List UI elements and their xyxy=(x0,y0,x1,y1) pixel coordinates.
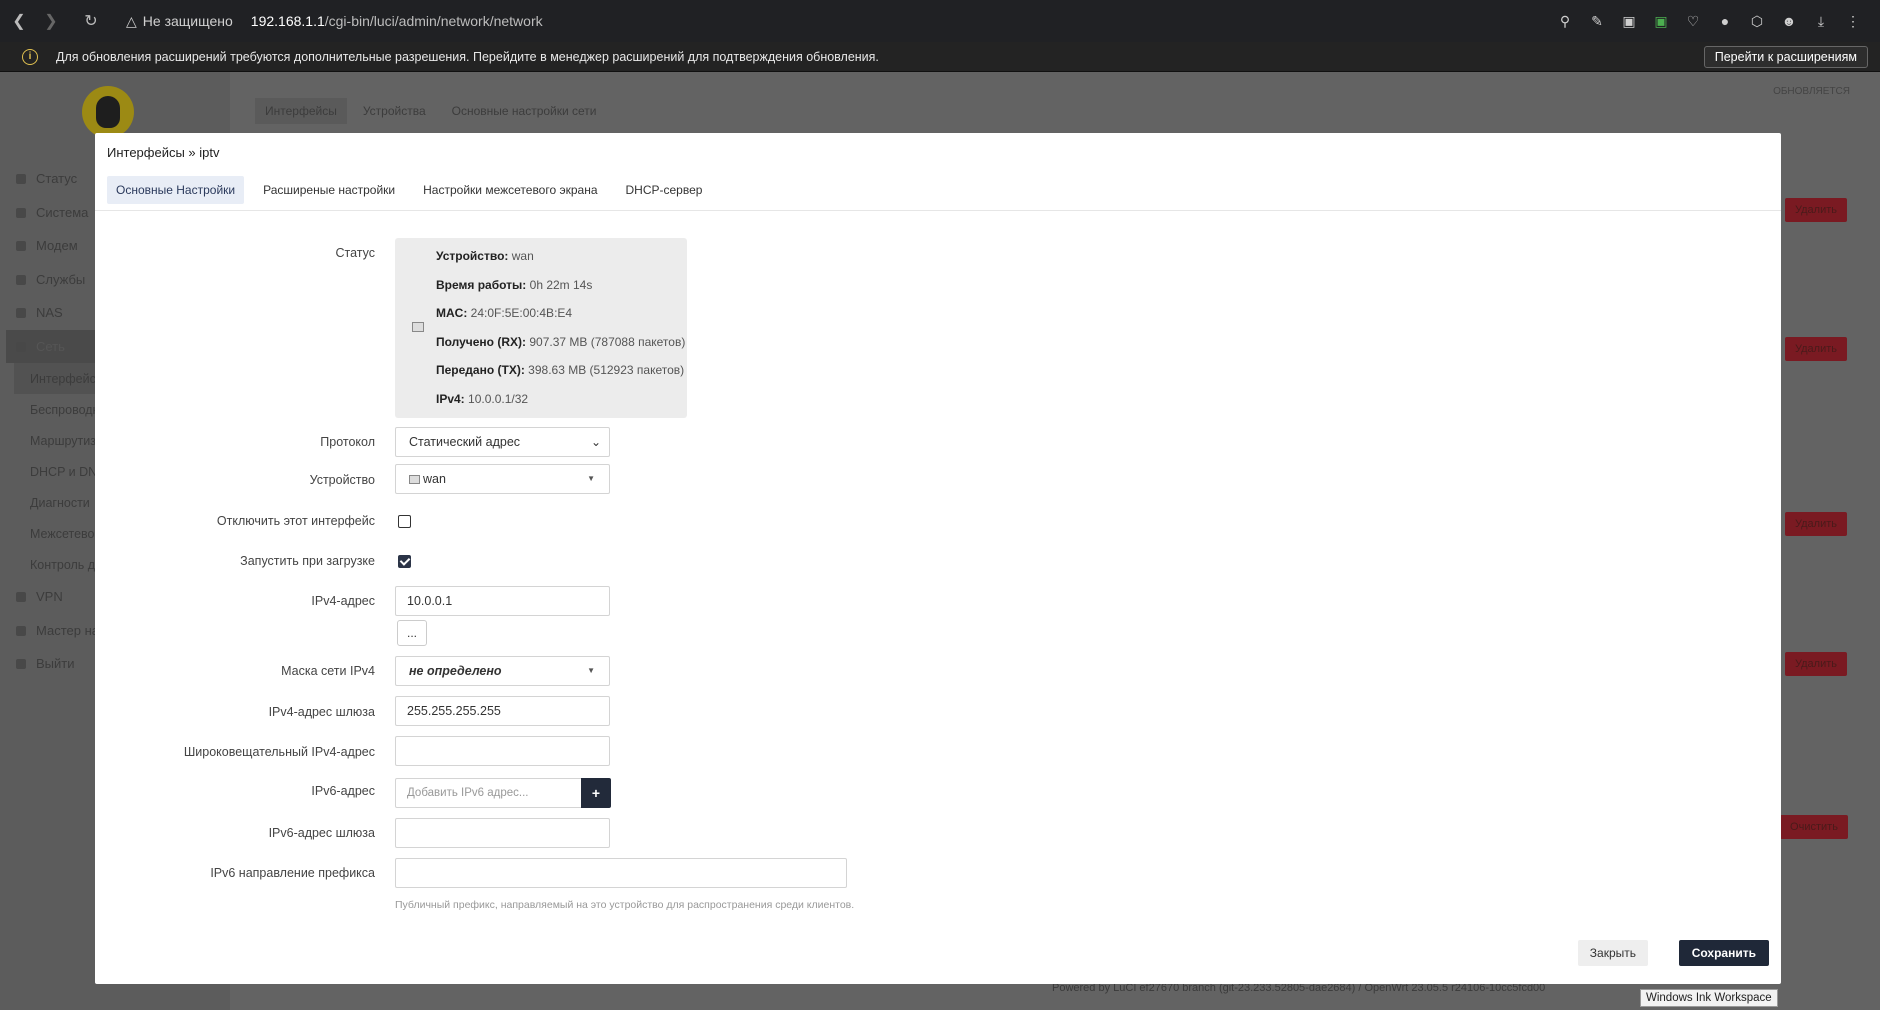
ipv4-label: IPv4-адрес xyxy=(311,594,375,608)
device-select[interactable]: wan ▼ xyxy=(395,464,610,494)
interface-edit-modal: Интерфейсы » iptv Основные Настройки Рас… xyxy=(95,133,1781,984)
bg-delete-button: Удалить xyxy=(1785,652,1847,676)
prefix-hint: Публичный префикс, направляемый на это у… xyxy=(395,899,855,911)
disable-label: Отключить этот интерфейс xyxy=(216,514,375,528)
modal-title: Интерфейсы » iptv xyxy=(107,145,220,160)
broadcast-input[interactable] xyxy=(395,736,610,766)
edit-icon[interactable]: ✎ xyxy=(1588,12,1606,30)
status-label: Статус xyxy=(335,246,375,260)
tab-firewall[interactable]: Настройки межсетевого экрана xyxy=(414,176,606,204)
autostart-label: Запустить при загрузке xyxy=(240,554,375,568)
bg-tab-devices: Устройства xyxy=(362,104,426,118)
tab-general[interactable]: Основные Настройки xyxy=(107,176,245,204)
camera-icon[interactable]: ▣ xyxy=(1620,12,1638,30)
protocol-select[interactable]: Статический адрес ⌄ xyxy=(395,427,610,457)
forward-icon[interactable]: ❯ xyxy=(38,8,64,34)
ipv4-more-button[interactable]: ... xyxy=(397,620,427,646)
netmask-label: Маска сети IPv4 xyxy=(281,664,375,678)
ethernet-port-icon xyxy=(409,474,420,484)
autostart-checkbox[interactable] xyxy=(398,555,411,568)
extension-info-bar: i Для обновления расширений требуются до… xyxy=(0,42,1880,72)
disable-checkbox[interactable] xyxy=(398,515,411,528)
ipv6-label: IPv6-адрес xyxy=(311,784,375,798)
extension-icon[interactable]: ● xyxy=(1716,12,1734,30)
status-device: Устройство: wan xyxy=(436,249,534,263)
browser-toolbar: ❮ ❯ ↻ △ Не защищено 192.168.1.1/cgi-bin/… xyxy=(0,0,1880,42)
menu-icon[interactable]: ⋮ xyxy=(1844,12,1862,30)
url-host: 192.168.1.1 xyxy=(250,13,325,29)
bg-tab-global: Основные настройки сети xyxy=(451,104,597,118)
info-text: Для обновления расширений требуются допо… xyxy=(56,49,879,64)
windows-ink-tooltip: Windows Ink Workspace xyxy=(1640,989,1778,1007)
status-uptime: Время работы: 0h 22m 14s xyxy=(436,278,593,292)
status-mac: MAC: 24:0F:5E:00:4B:E4 xyxy=(436,306,573,320)
address-bar[interactable]: △ Не защищено 192.168.1.1/cgi-bin/luci/a… xyxy=(126,13,543,30)
security-label: Не защищено xyxy=(142,13,233,29)
broadcast-label: Широковещательный IPv4-адрес xyxy=(183,745,375,759)
tab-advanced[interactable]: Расширеные настройки xyxy=(254,176,404,204)
netmask-value: не определено xyxy=(409,664,502,678)
close-button[interactable]: Закрыть xyxy=(1577,940,1648,966)
ethernet-port-icon xyxy=(412,322,424,332)
download-icon[interactable]: ⤓ xyxy=(1812,12,1830,30)
dropdown-arrow-icon: ▼ xyxy=(587,666,595,675)
heart-icon[interactable]: ♡ xyxy=(1684,12,1702,30)
protocol-value: Статический адрес xyxy=(409,435,521,449)
device-label: Устройство xyxy=(309,473,375,487)
url-path: /cgi-bin/luci/admin/network/network xyxy=(324,13,543,29)
dropdown-arrow-icon: ▼ xyxy=(587,474,595,483)
back-icon[interactable]: ❮ xyxy=(6,8,32,34)
prefix-label: IPv6 направление префикса xyxy=(210,866,375,880)
cube-icon[interactable]: ⬡ xyxy=(1748,12,1766,30)
ipv6-gateway-input[interactable] xyxy=(395,818,610,848)
netmask-select[interactable]: не определено ▼ xyxy=(395,656,610,686)
bg-tab-interfaces: Интерфейсы xyxy=(255,98,347,124)
prefix-input[interactable] xyxy=(395,858,847,888)
chevron-down-icon: ⌄ xyxy=(590,435,601,449)
bg-clear-button: Очистить xyxy=(1780,815,1848,839)
info-icon: i xyxy=(22,48,38,65)
tab-dhcp[interactable]: DHCP-сервер xyxy=(617,176,712,204)
ipv6-add-button[interactable]: + xyxy=(581,778,611,808)
ipv6-gateway-label: IPv6-адрес шлюза xyxy=(268,826,375,840)
status-ipv4: IPv4: 10.0.0.1/32 xyxy=(436,392,529,406)
reload-icon[interactable]: ↻ xyxy=(78,8,104,34)
gateway-input[interactable]: 255.255.255.255 xyxy=(395,696,610,726)
tabs-divider xyxy=(95,210,1781,211)
status-rx: Получено (RX): 907.37 MB (787088 пакетов… xyxy=(436,335,686,349)
profile-icon[interactable]: ☻ xyxy=(1780,12,1798,30)
protocol-label: Протокол xyxy=(320,435,375,449)
bg-delete-button: Удалить xyxy=(1785,198,1847,222)
warning-icon: △ xyxy=(126,12,137,29)
status-tx: Передано (TX): 398.63 MB (512923 пакетов… xyxy=(436,363,685,377)
ipv4-input[interactable]: 10.0.0.1 xyxy=(395,586,610,616)
gateway-label: IPv4-адрес шлюза xyxy=(268,705,375,719)
logo-icon xyxy=(82,86,134,138)
ipv6-input[interactable]: Добавить IPv6 адрес... xyxy=(395,778,582,808)
save-button[interactable]: Сохранить xyxy=(1678,940,1769,966)
bg-delete-button: Удалить xyxy=(1785,337,1847,361)
bg-delete-button: Удалить xyxy=(1785,512,1847,536)
status-box: Устройство: wan Время работы: 0h 22m 14s… xyxy=(395,238,687,418)
device-value: wan xyxy=(423,472,446,486)
modal-tabs: Основные Настройки Расширеные настройки … xyxy=(107,176,719,204)
go-to-extensions-button[interactable]: Перейти к расширениям xyxy=(1703,46,1868,68)
bg-updating-label: ОБНОВЛЯЕТСЯ xyxy=(1773,86,1850,97)
shield-extension-icon[interactable]: ▣ xyxy=(1652,12,1670,30)
search-icon[interactable]: ⚲ xyxy=(1556,12,1574,30)
